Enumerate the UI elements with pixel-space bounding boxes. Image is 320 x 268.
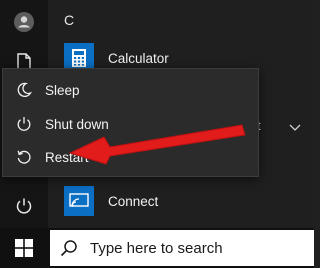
restart-icon [15,148,33,166]
search-icon [60,240,77,257]
windows-logo-icon [15,239,33,257]
app-label-connect: Connect [108,193,159,209]
moon-icon [15,81,33,99]
menu-label-restart: Restart [45,149,89,165]
app-label-calculator: Calculator [108,50,169,66]
power-button[interactable] [0,184,48,228]
chevron-down-icon[interactable] [286,121,304,135]
user-icon [14,12,34,32]
search-placeholder: Type here to search [90,239,223,257]
taskbar-search-box[interactable]: Type here to search [50,230,314,266]
user-account-button[interactable] [0,0,48,44]
start-menu-screen: C Calculator t [0,0,314,268]
section-header-c[interactable]: C [64,12,74,28]
power-icon [15,115,33,133]
power-options-menu: Sleep Shut down Restart [2,68,259,177]
connect-icon [64,186,94,216]
power-icon [16,198,32,214]
menu-item-shut-down[interactable]: Shut down [3,107,258,141]
menu-label-sleep: Sleep [45,82,80,98]
menu-label-shut-down: Shut down [45,116,109,132]
menu-item-restart[interactable]: Restart [3,140,258,174]
taskbar: Type here to search [0,228,314,268]
menu-item-sleep[interactable]: Sleep [3,73,258,107]
start-button[interactable] [0,228,48,268]
app-item-connect[interactable]: Connect [48,182,314,220]
